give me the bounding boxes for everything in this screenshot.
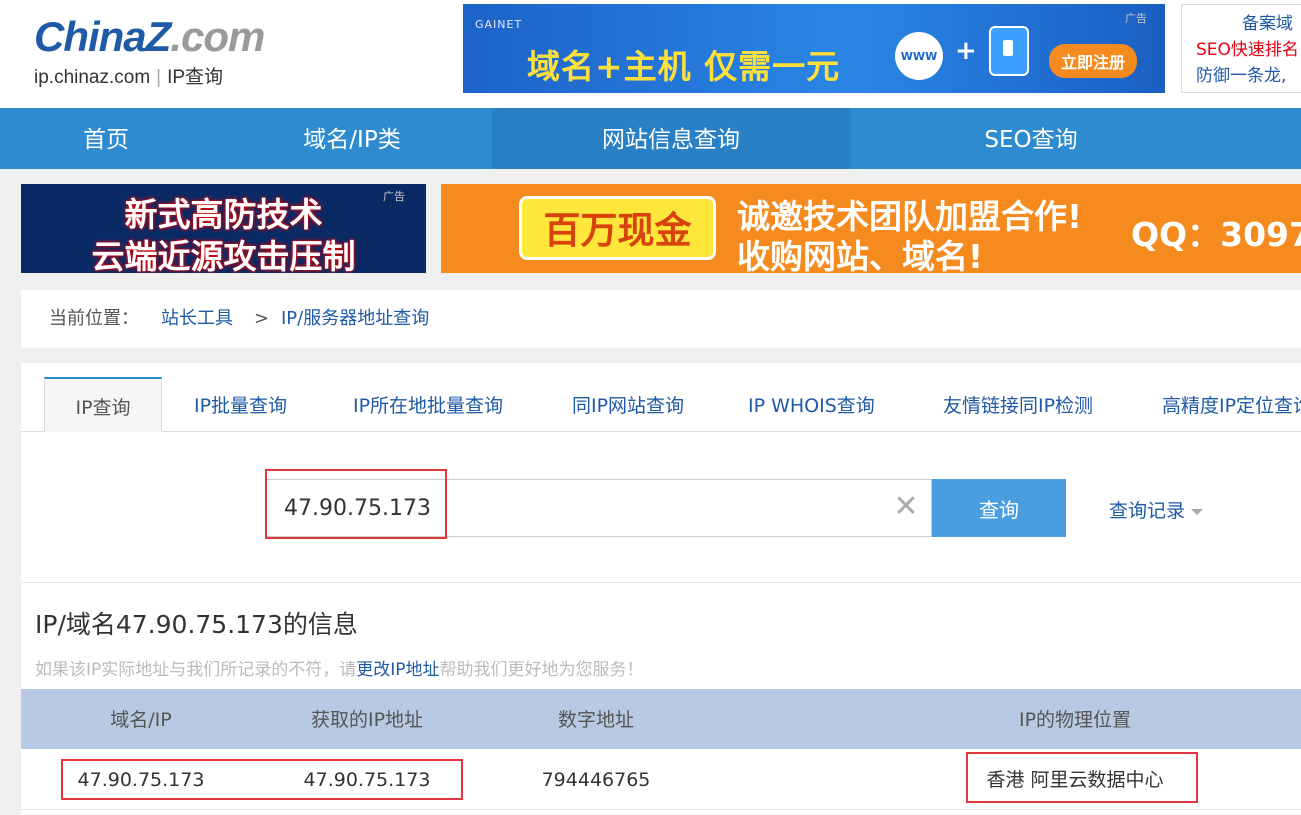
tool-tabs: IP查询 IP批量查询 IP所在地批量查询 同IP网站查询 IP WHOIS查询… [21, 377, 1301, 432]
nav-item-site-info[interactable]: 网站信息查询 [492, 108, 850, 169]
query-button[interactable]: 查询 [932, 479, 1066, 537]
tab-ip-whois[interactable]: IP WHOIS查询 [748, 377, 875, 431]
nav-item-domain-ip[interactable]: 域名/IP类 [212, 108, 492, 169]
column-header: 域名/IP [110, 709, 172, 731]
ip-search-input[interactable] [267, 480, 877, 536]
breadcrumb-label: 当前位置： [49, 308, 139, 329]
column-header: 数字地址 [557, 709, 634, 731]
tab-ip-query[interactable]: IP查询 [44, 377, 162, 432]
tab-ip-location-batch[interactable]: IP所在地批量查询 [353, 377, 503, 431]
tab-ip-batch[interactable]: IP批量查询 [194, 377, 287, 431]
nav-item-seo[interactable]: SEO查询 [850, 108, 1212, 169]
search-box: ✕ [266, 479, 932, 537]
breadcrumb: 当前位置： 站长工具 > IP/服务器地址查询 [21, 290, 1301, 348]
caret-down-icon [1191, 508, 1204, 515]
cell-resolved-ip: 47.90.75.173 [303, 769, 431, 791]
right-text-ad[interactable]: 备案域 SEO快速排名 防御一条龙, [1181, 4, 1301, 93]
ad-tag: 广告 [383, 190, 405, 203]
result-notice: 如果该IP实际地址与我们所记录的不符，请更改IP地址帮助我们更好地为您服务！ [35, 660, 644, 680]
globe-icon: WWW [895, 32, 943, 80]
cell-domain-ip: 47.90.75.173 [77, 769, 205, 791]
ip-query-panel: IP查询 IP批量查询 IP所在地批量查询 同IP网站查询 IP WHOIS查询… [21, 363, 1301, 815]
result-title: IP/域名47.90.75.173的信息 [35, 610, 358, 639]
site-domain: ip.chinaz.com [34, 67, 151, 88]
tab-friendlink-same-ip[interactable]: 友情链接同IP检测 [943, 377, 1093, 431]
divider [21, 582, 1301, 583]
cell-physical-location: 香港 阿里云数据中心 [986, 769, 1164, 791]
top-ad-banner[interactable]: GAINET 域名+主机 仅需一元 WWW + 立即注册 广告 [463, 4, 1165, 93]
chinaz-logo[interactable]: ChinaZ.com ip.chinaz.com | IP查询 [34, 14, 265, 89]
ad-brand: GAINET [475, 18, 523, 31]
tab-precise-ip-location[interactable]: 高精度IP定位查询 [1162, 377, 1301, 431]
recruit-ad-banner[interactable]: 百万现金 诚邀技术团队加盟合作! 收购网站、域名! QQ：30971 [441, 184, 1301, 273]
main-nav: 首页 域名/IP类 网站信息查询 SEO查询 [0, 108, 1301, 169]
breadcrumb-separator: > [254, 308, 270, 329]
breadcrumb-link-tools[interactable]: 站长工具 [161, 290, 233, 348]
ad-register-button[interactable]: 立即注册 [1049, 44, 1138, 78]
plus-icon: + [955, 36, 977, 66]
site-section: IP查询 [167, 67, 224, 88]
server-icon [989, 26, 1029, 76]
column-header: 获取的IP地址 [310, 709, 424, 731]
query-history-dropdown[interactable]: 查询记录 [1109, 496, 1204, 523]
column-header: IP的物理位置 [1018, 709, 1132, 731]
table-row: 47.90.75.173 47.90.75.173 794446765 香港 阿… [21, 749, 1301, 810]
result-table-header: 域名/IP 获取的IP地址 数字地址 IP的物理位置 [21, 689, 1301, 749]
cell-numeric-address: 794446765 [541, 769, 651, 791]
nav-item-home[interactable]: 首页 [0, 108, 212, 169]
ddos-ad-banner[interactable]: 新式高防技术 云端近源攻击压制 广告 [21, 184, 426, 273]
tab-same-ip-sites[interactable]: 同IP网站查询 [572, 377, 684, 431]
change-ip-link[interactable]: 更改IP地址 [356, 660, 439, 680]
breadcrumb-link-ip-query[interactable]: IP/服务器地址查询 [281, 290, 429, 348]
site-header: ChinaZ.com ip.chinaz.com | IP查询 GAINET 域名+… [0, 0, 1301, 108]
ad-slogan: 域名+主机 仅需一元 [527, 47, 841, 86]
close-icon[interactable]: ✕ [892, 492, 920, 522]
ad-tag: 广告 [1125, 12, 1147, 25]
